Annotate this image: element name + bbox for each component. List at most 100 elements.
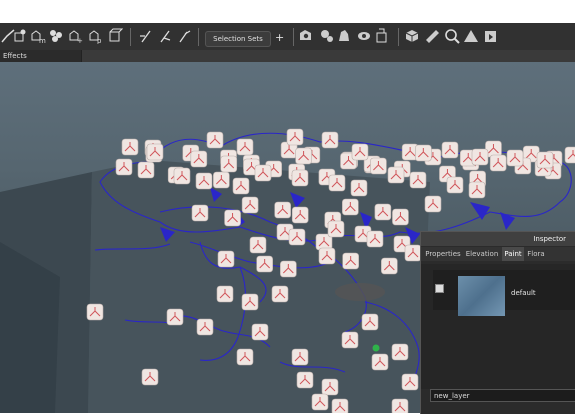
placed-object-marker[interactable]	[86, 303, 104, 321]
placed-object-marker[interactable]	[274, 201, 291, 219]
sphere-tool-icon[interactable]	[318, 28, 334, 44]
placed-object-marker[interactable]	[489, 154, 507, 172]
placed-object-marker[interactable]	[224, 209, 241, 227]
placed-object-marker[interactable]	[506, 149, 524, 167]
placed-object-marker[interactable]	[288, 228, 306, 246]
paint-place-icon[interactable]: +	[68, 28, 84, 44]
triangle-tool-icon[interactable]	[463, 28, 479, 44]
placed-object-marker[interactable]	[401, 373, 419, 391]
placed-object-marker[interactable]	[468, 181, 486, 199]
placed-object-marker[interactable]	[564, 146, 575, 164]
placed-object-marker[interactable]	[241, 196, 259, 214]
placed-object-marker[interactable]	[392, 208, 409, 226]
placed-object-marker[interactable]	[341, 331, 359, 349]
placed-object-marker[interactable]	[121, 138, 139, 156]
placed-object-marker[interactable]	[366, 230, 384, 248]
placed-object-marker[interactable]	[471, 148, 489, 166]
placed-object-marker[interactable]	[441, 141, 459, 159]
measure-tool-icon[interactable]	[424, 28, 440, 44]
placed-object-marker[interactable]	[311, 393, 329, 411]
placed-object-marker[interactable]	[216, 285, 234, 303]
selection-sets-button[interactable]: Selection Sets	[205, 31, 271, 47]
placed-object-marker[interactable]	[195, 172, 213, 190]
placed-object-marker[interactable]	[220, 155, 238, 173]
sculpt-tool-icon[interactable]	[336, 28, 352, 44]
eye-tool-icon[interactable]	[356, 28, 372, 44]
placed-object-marker[interactable]	[415, 144, 432, 162]
placed-object-marker[interactable]	[371, 353, 389, 371]
placed-object-marker[interactable]	[251, 323, 269, 341]
tab-flora[interactable]: Flora	[526, 247, 546, 261]
align-tool-icon[interactable]	[138, 28, 154, 44]
tab-paint[interactable]: Paint	[502, 247, 524, 261]
placed-object-marker[interactable]	[351, 143, 369, 161]
placed-object-marker[interactable]	[321, 131, 339, 149]
placed-object-marker[interactable]	[350, 179, 368, 197]
placed-object-marker[interactable]	[254, 164, 272, 182]
lightbox-tool-icon[interactable]	[374, 28, 390, 44]
placed-object-marker[interactable]	[295, 147, 312, 165]
placed-object-marker[interactable]	[331, 398, 349, 413]
placed-object-marker[interactable]	[391, 398, 409, 413]
placed-object-marker[interactable]	[146, 143, 164, 161]
placed-object-marker[interactable]	[115, 158, 133, 176]
placed-object-marker[interactable]	[232, 177, 250, 195]
placed-object-marker[interactable]	[206, 131, 224, 149]
placed-object-marker[interactable]	[286, 128, 304, 146]
placed-object-marker[interactable]	[291, 169, 309, 187]
placed-object-marker[interactable]	[291, 348, 309, 366]
placed-object-marker[interactable]	[387, 166, 405, 184]
layer-row-default[interactable]: default	[433, 270, 575, 316]
placed-object-marker[interactable]	[342, 252, 359, 270]
cube-tool-icon[interactable]	[404, 28, 420, 44]
placed-object-marker[interactable]	[328, 174, 346, 192]
multi-place-icon[interactable]: m	[30, 28, 46, 44]
placed-object-marker[interactable]	[271, 285, 289, 303]
placed-object-marker[interactable]	[391, 343, 409, 361]
placed-object-marker[interactable]	[361, 313, 379, 331]
placed-object-marker[interactable]	[291, 206, 309, 224]
placed-object-marker[interactable]	[381, 257, 398, 275]
placed-object-marker[interactable]	[213, 171, 230, 189]
tab-properties[interactable]: Properties	[424, 247, 462, 261]
placed-object-marker[interactable]	[446, 176, 464, 194]
placed-object-marker[interactable]	[236, 348, 254, 366]
placed-object-marker[interactable]	[318, 247, 336, 265]
path-place-icon[interactable]: p	[88, 28, 104, 44]
scatter-icon[interactable]	[48, 28, 64, 44]
box-place-icon[interactable]	[107, 28, 123, 44]
placed-object-marker[interactable]	[190, 150, 208, 168]
placed-object-marker[interactable]	[141, 368, 159, 386]
placed-object-marker[interactable]	[409, 171, 427, 189]
search-tool-icon[interactable]	[444, 28, 460, 44]
placed-object-marker[interactable]	[370, 157, 387, 175]
normal-tool-icon[interactable]	[158, 28, 174, 44]
placed-object-marker[interactable]	[327, 220, 345, 238]
placed-object-marker[interactable]	[424, 195, 442, 213]
placed-object-marker[interactable]	[536, 151, 554, 169]
tab-elevation[interactable]: Elevation	[464, 247, 500, 261]
placed-object-marker[interactable]	[256, 255, 273, 273]
camera-tool-icon[interactable]	[298, 28, 314, 44]
object-tool-icon[interactable]	[12, 28, 28, 44]
placed-object-marker[interactable]	[342, 198, 359, 216]
layer-visibility-checkbox[interactable]	[435, 284, 444, 293]
placed-object-marker[interactable]	[236, 138, 254, 156]
placed-object-marker[interactable]	[249, 236, 267, 254]
placed-object-marker[interactable]	[166, 308, 184, 326]
new-layer-input[interactable]: new_layer	[430, 389, 575, 402]
placed-object-marker[interactable]	[241, 293, 259, 311]
export-tool-icon[interactable]	[483, 28, 499, 44]
placed-object-marker[interactable]	[374, 203, 392, 221]
placed-object-marker[interactable]	[173, 167, 191, 185]
placed-object-marker[interactable]	[137, 161, 155, 179]
add-selection-set-icon[interactable]: +	[275, 31, 285, 45]
placed-object-marker[interactable]	[321, 378, 339, 396]
placed-object-marker[interactable]	[404, 244, 422, 262]
placed-object-marker[interactable]	[296, 371, 314, 389]
placed-object-marker[interactable]	[196, 318, 214, 336]
placed-object-marker[interactable]	[217, 250, 235, 268]
placed-object-marker[interactable]	[280, 260, 297, 278]
effects-tab[interactable]: Effects	[0, 50, 82, 62]
pick-tool-icon[interactable]	[177, 28, 193, 44]
